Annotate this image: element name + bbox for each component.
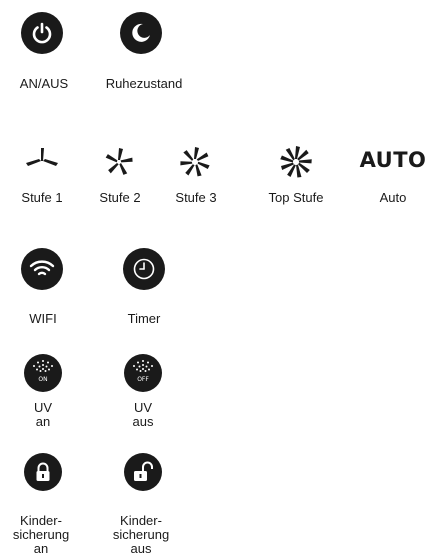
moon-icon (120, 12, 162, 54)
fan-speed-3-icon (180, 147, 210, 177)
fan-speed-1-icon (26, 148, 58, 166)
lock-on-label: Kinder- sicherung an (12, 513, 70, 556)
timer-label: Timer (127, 311, 161, 326)
lock-closed-icon (24, 453, 62, 491)
uv-off-badge: OFF (137, 376, 149, 383)
fan-speed-2-icon (105, 148, 133, 175)
uv-on-icon: ON (24, 354, 62, 392)
power-label: AN/AUS (19, 76, 69, 91)
auto-label: Auto (379, 190, 407, 205)
sleep-label: Ruhezustand (105, 76, 183, 91)
lock-open-icon (124, 453, 162, 491)
uv-off-label: UV aus (132, 400, 154, 429)
speed-1-label: Stufe 1 (21, 190, 63, 205)
auto-text-icon: AUTO (359, 148, 427, 172)
speed-top-label: Top Stufe (268, 190, 324, 205)
uv-off-icon: OFF (124, 354, 162, 392)
power-icon (21, 12, 63, 54)
uv-on-label: UV an (33, 400, 53, 429)
clock-icon (123, 248, 165, 290)
wifi-label: WIFI (29, 311, 57, 326)
uv-on-badge: ON (38, 376, 48, 383)
speed-3-label: Stufe 3 (175, 190, 217, 205)
speed-2-label: Stufe 2 (99, 190, 141, 205)
fan-speed-top-icon (280, 146, 312, 178)
lock-off-label: Kinder- sicherung aus (112, 513, 170, 556)
wifi-icon (21, 248, 63, 290)
